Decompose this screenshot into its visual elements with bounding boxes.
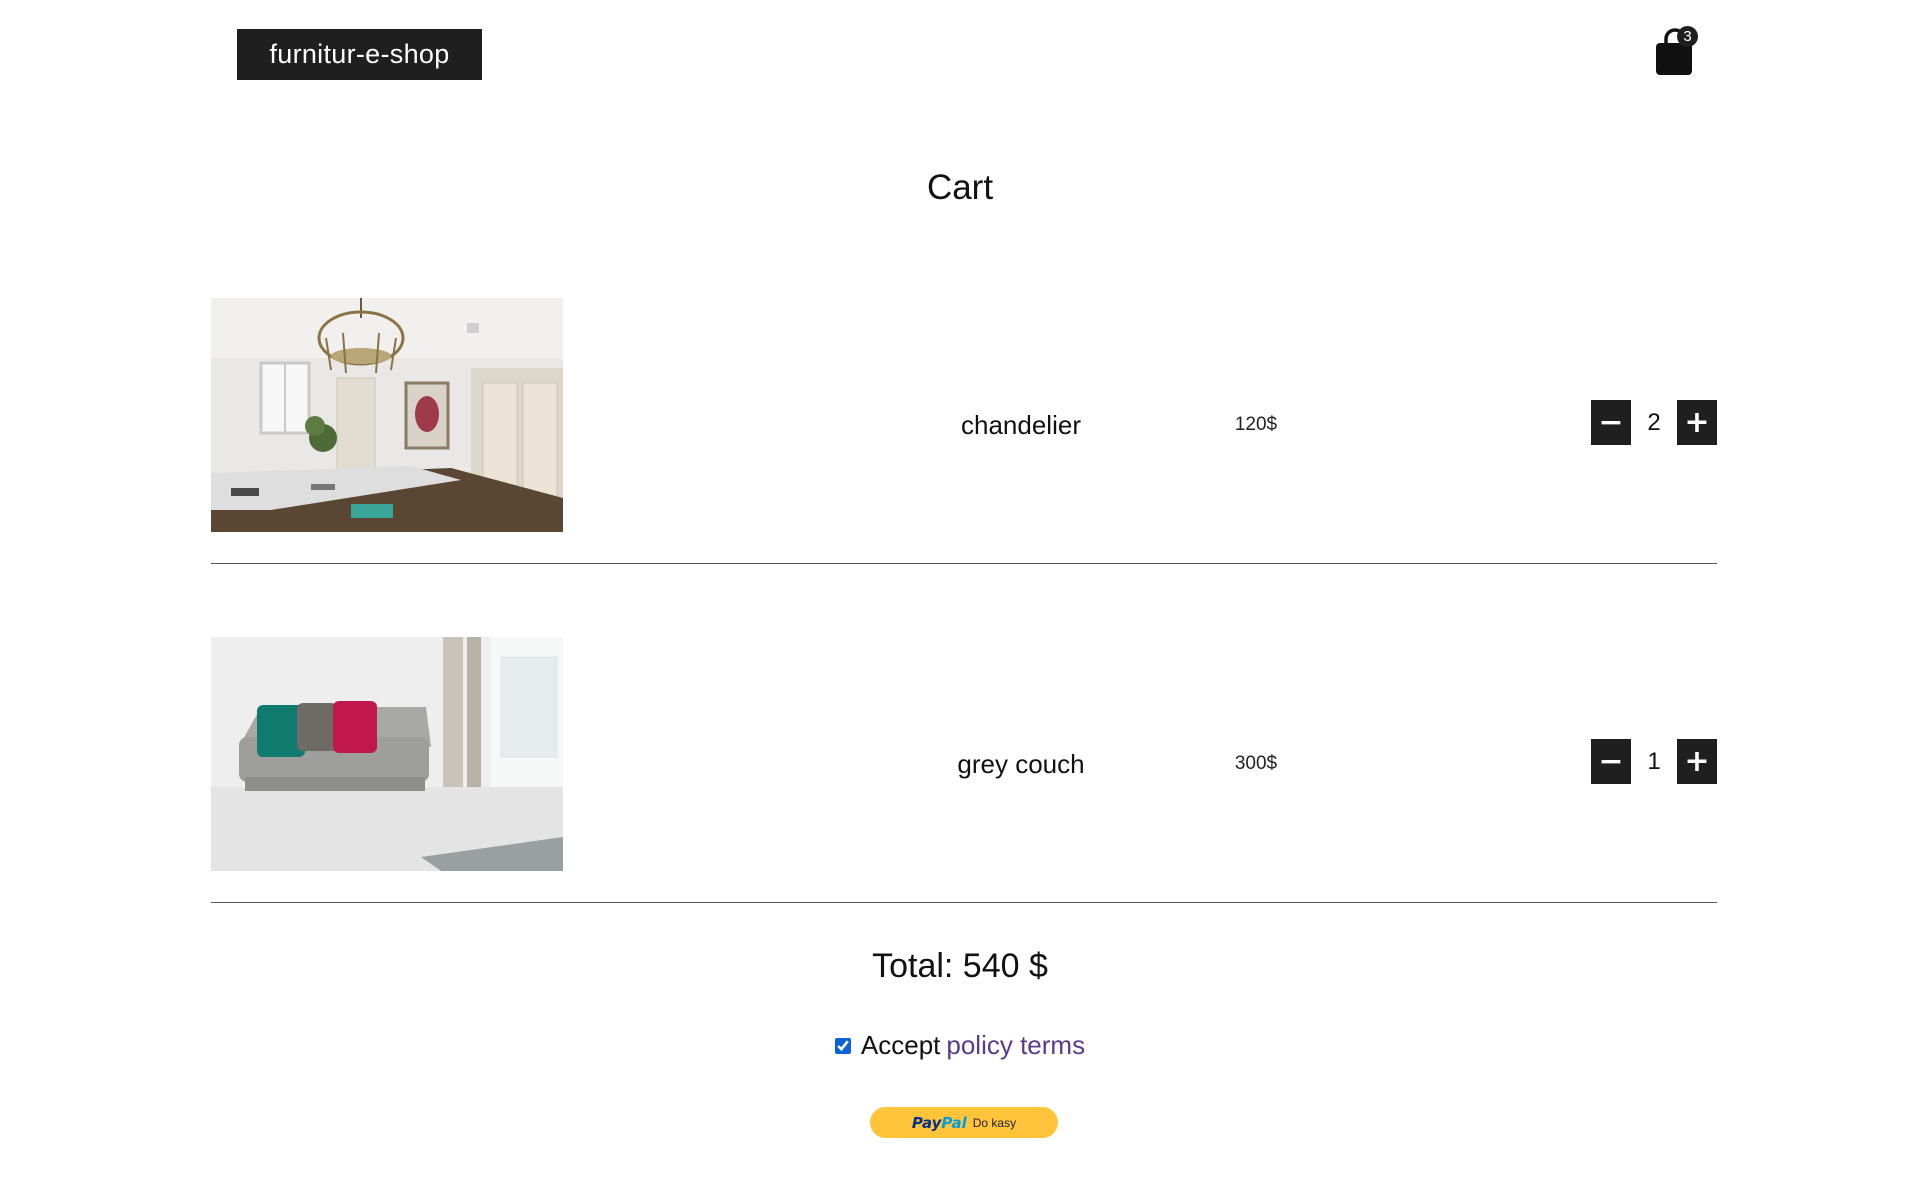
item-name: grey couch	[957, 749, 1085, 779]
row-divider	[211, 902, 1717, 903]
row-divider	[211, 563, 1717, 564]
quantity-stepper: − 1 +	[1591, 739, 1717, 784]
item-price: 120$	[1234, 414, 1278, 435]
cart-row-grey-couch: grey couch 300$ − 1 +	[211, 637, 1717, 917]
paypal-brand-pay: Pay	[911, 1113, 942, 1132]
cart-total: Total: 540 $	[872, 947, 1048, 985]
item-price: 300$	[1234, 753, 1278, 774]
shop-logo[interactable]: furnitur-e-shop	[237, 29, 482, 80]
cart-count-badge: 3	[1677, 26, 1698, 47]
paypal-logo-icon: PayPal	[912, 1114, 967, 1132]
accept-label: Accept	[860, 1030, 941, 1060]
policy-terms-link[interactable]: policy terms	[946, 1030, 1085, 1061]
accept-terms-row: Accept policy terms	[0, 1030, 1920, 1061]
increase-quantity-button[interactable]: +	[1677, 739, 1717, 784]
page-title: Cart	[926, 168, 994, 207]
grey-couch-image	[211, 637, 563, 871]
cart-button[interactable]: 3	[1652, 26, 1698, 76]
quantity-stepper: − 2 +	[1591, 400, 1717, 445]
quantity-value: 2	[1647, 408, 1661, 436]
quantity-value: 1	[1647, 747, 1661, 775]
cart-row-chandelier: chandelier 120$ − 2 +	[211, 298, 1717, 578]
item-name: chandelier	[961, 410, 1081, 440]
decrease-quantity-button[interactable]: −	[1591, 400, 1631, 445]
decrease-quantity-button[interactable]: −	[1591, 739, 1631, 784]
chandelier-image	[211, 298, 563, 532]
paypal-checkout-button[interactable]: PayPal Do kasy	[870, 1107, 1058, 1138]
increase-quantity-button[interactable]: +	[1677, 400, 1717, 445]
accept-terms-checkbox[interactable]	[834, 1037, 851, 1054]
paypal-button-label: Do kasy	[972, 1115, 1017, 1130]
paypal-brand-pal: Pal	[941, 1113, 967, 1132]
